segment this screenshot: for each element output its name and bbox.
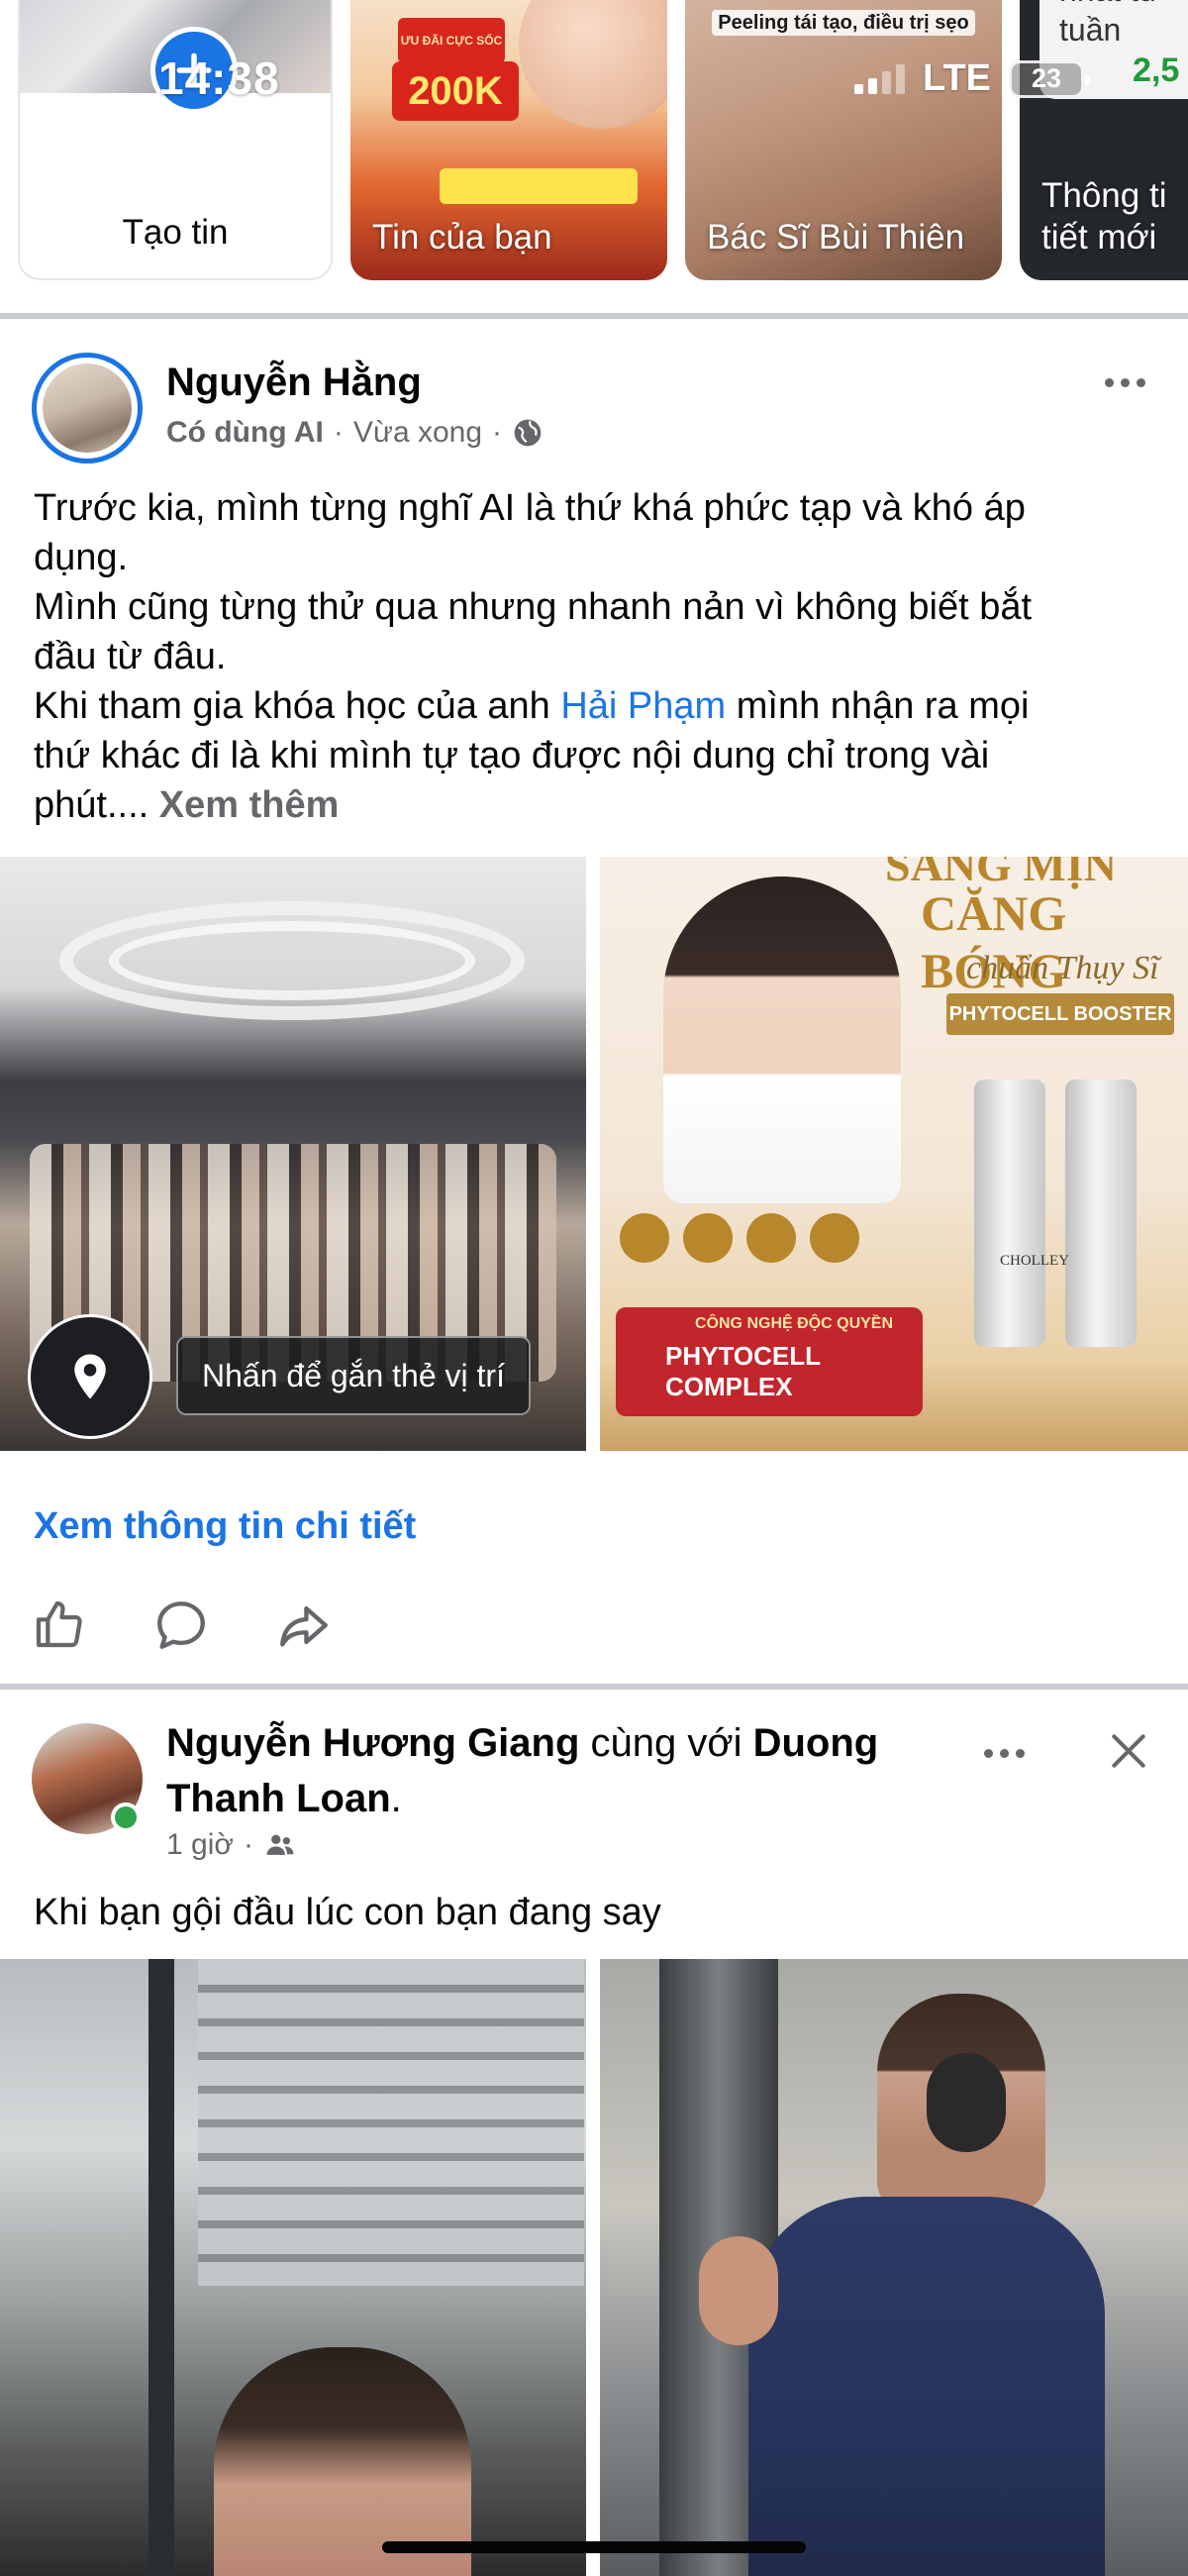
story-doctor-label: Bác Sĩ Bùi Thiên xyxy=(707,218,965,257)
close-icon[interactable] xyxy=(1107,1729,1150,1773)
comment-icon[interactable] xyxy=(152,1597,210,1654)
post-author[interactable]: Nguyễn Hương Giang xyxy=(166,1721,579,1765)
post-2: Nguyễn Hương Giang cùng với Duong Thanh L… xyxy=(0,1690,1188,2576)
see-more-link[interactable]: Xem thêm xyxy=(159,784,340,826)
person-body xyxy=(748,2197,1105,2576)
story-yours[interactable]: ƯU ĐÃI CỰC SỐC 200K Tin của bạn xyxy=(350,0,667,280)
story-news-label: Thông ti tiết mới xyxy=(1041,176,1167,257)
mention-link[interactable]: Hải Phạm xyxy=(560,685,726,727)
product-ad-photo[interactable]: SĂNG MỊN CĂNG BÓNG chuẩn Thụy Sĩ PHYTOCE… xyxy=(600,857,1188,1451)
meta-dot: · xyxy=(333,416,344,449)
ceiling-light-inner xyxy=(109,921,475,1000)
post-time[interactable]: Vừa xong xyxy=(353,416,482,450)
story-promo-tag: ƯU ĐÃI CỰC SỐC xyxy=(398,18,505,63)
share-icon[interactable] xyxy=(275,1597,333,1654)
post-text: Khi bạn gội đầu lúc con bạn đang say xyxy=(34,1892,661,1933)
stories-tray: Tạo tin ƯU ĐÃI CỰC SỐC 200K Tin của bạn … xyxy=(0,0,1188,297)
post-meta: Có dùng AI · Vừa xong · xyxy=(166,416,544,450)
ad-product-badge: PHYTOCELL BOOSTER xyxy=(946,993,1174,1035)
globe-icon xyxy=(512,417,544,449)
post-text: Trước kia, mình từng nghĩ AI là thứ khá … xyxy=(34,487,1033,826)
ad-bottle xyxy=(974,1080,1045,1347)
ai-tag[interactable]: Có dùng AI xyxy=(166,416,324,450)
location-pin-icon[interactable] xyxy=(28,1314,152,1439)
meta-dot: · xyxy=(244,1828,254,1861)
tagged-user-cont[interactable]: Thanh Loan xyxy=(166,1777,391,1820)
video-frame-2[interactable] xyxy=(600,1959,1188,2576)
friends-icon xyxy=(263,1828,297,1862)
post-time[interactable]: 1 giờ xyxy=(166,1828,234,1862)
more-options-icon[interactable] xyxy=(984,1749,1025,1758)
details-link[interactable]: Xem thông tin chi tiết xyxy=(34,1505,416,1548)
post-meta: 1 giờ · xyxy=(166,1828,297,1862)
ad-bottle xyxy=(1065,1080,1137,1347)
avatar[interactable] xyxy=(32,353,143,464)
person-hand xyxy=(699,2236,778,2345)
ad-bottom-banner: CÔNG NGHỆ ĐỘC QUYỀN PHYTOCELL COMPLEX xyxy=(616,1307,923,1416)
story-caption: Peeling tái tạo, điều trị sẹo xyxy=(685,10,1002,36)
story-face-image xyxy=(519,0,667,129)
story-news-card: nhất tutuần 2,5 xyxy=(1040,0,1188,99)
ad-model xyxy=(663,876,901,1203)
tagged-user[interactable]: Duong xyxy=(753,1721,879,1765)
door-frame xyxy=(148,1959,174,2576)
person-head xyxy=(927,2053,1006,2152)
story-promo-date xyxy=(440,168,638,204)
post-1: Nguyễn Hằng Có dùng AI · Vừa xong · Trướ… xyxy=(0,319,1188,1684)
window-blinds xyxy=(198,1959,584,2286)
ad-brand: CHOLLEY xyxy=(1000,1253,1069,1269)
meta-dot: · xyxy=(492,416,503,449)
ad-feature-icons xyxy=(620,1213,937,1273)
like-icon[interactable] xyxy=(32,1597,87,1652)
more-options-icon[interactable] xyxy=(1105,378,1145,387)
ad-subtitle: chuẩn Thụy Sĩ xyxy=(966,950,1159,986)
story-create[interactable]: Tạo tin xyxy=(18,0,333,280)
story-yours-label: Tin của bạn xyxy=(372,218,552,257)
story-doctor[interactable]: Peeling tái tạo, điều trị sẹo Bác Sĩ Bùi… xyxy=(685,0,1002,280)
video-frame-1[interactable] xyxy=(0,1959,586,2576)
story-create-label: Tạo tin xyxy=(122,213,229,252)
story-promo-badge: 200K xyxy=(392,61,519,121)
location-tag-button[interactable]: Nhấn để gắn thẻ vị trí xyxy=(176,1336,531,1415)
avatar[interactable] xyxy=(32,1723,143,1834)
post-author[interactable]: Nguyễn Hằng xyxy=(166,361,422,405)
group-photo[interactable]: Nhấn để gắn thẻ vị trí xyxy=(0,857,586,1451)
post-header: Nguyễn Hương Giang cùng với Duong Thanh L… xyxy=(166,1721,879,1820)
online-status-indicator xyxy=(111,1803,141,1832)
story-news[interactable]: nhất tutuần 2,5 Thông titiết mới xyxy=(1020,0,1188,280)
add-story-icon[interactable] xyxy=(150,27,238,114)
home-indicator xyxy=(382,2541,806,2553)
